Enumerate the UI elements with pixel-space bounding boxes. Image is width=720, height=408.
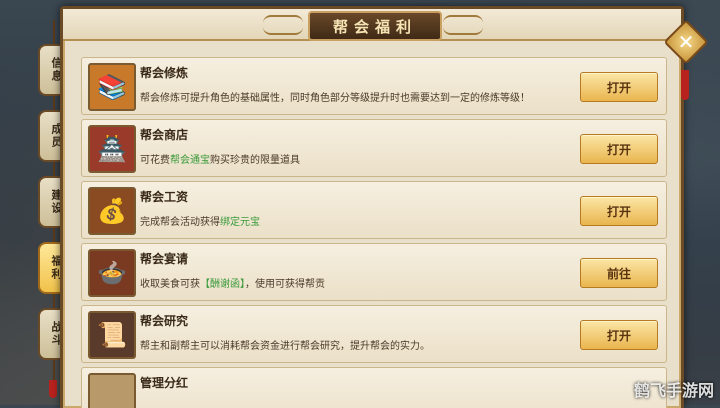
coin-pile-icon: 💰 (88, 187, 136, 235)
row-title: 帮会商店 (140, 128, 189, 142)
row-title: 帮会宴请 (140, 252, 189, 266)
page-title: 帮会福利 (308, 11, 442, 41)
title-ornament-right (443, 15, 483, 35)
row-desc: 完成帮会活动获得绑定元宝 (140, 217, 260, 228)
row-desc: 可花费帮会通宝购买珍贵的限量道具 (140, 155, 300, 166)
side-tab-bar: 信息 成员 建设 福利 战斗 (0, 0, 74, 405)
row-title: 管理分红 (140, 376, 189, 390)
list-item-salary: 💰 帮会工资 完成帮会活动获得绑定元宝 打开 (81, 181, 667, 239)
row-title: 帮会修炼 (140, 66, 189, 80)
open-cultivation-button[interactable]: 打开 (580, 72, 658, 102)
row-desc: 帮主和副帮主可以消耗帮会资金进行帮会研究，提升帮会的实力。 (140, 341, 430, 352)
list-item-shop: 🏯 帮会商店 可花费帮会通宝购买珍贵的限量道具 打开 (81, 119, 667, 177)
row-desc: 帮会修炼可提升角色的基础属性，同时角色部分等级提升时也需要达到一定的修炼等级！ (140, 93, 530, 104)
open-salary-button[interactable]: 打开 (580, 196, 658, 226)
list-item-feast: 🍲 帮会宴请 收取美食可获【酬谢函】，使用可获得帮贡 前往 (81, 243, 667, 301)
goto-feast-button[interactable]: 前往 (580, 258, 658, 288)
watermark: 鹤飞手游网 (633, 381, 714, 400)
welfare-panel: 帮会福利 📚 帮会修炼 帮会修炼可提升角色的基础属性，同时角色部分等级提升时也需… (60, 6, 684, 408)
welfare-list[interactable]: 📚 帮会修炼 帮会修炼可提升角色的基础属性，同时角色部分等级提升时也需要达到一定… (81, 49, 667, 408)
list-item-dividend: 管理分红 (81, 367, 667, 408)
list-item-research: 📜 帮会研究 帮主和副帮主可以消耗帮会资金进行帮会研究，提升帮会的实力。 打开 (81, 305, 667, 363)
row-desc: 收取美食可获【酬谢函】，使用可获得帮贡 (140, 279, 325, 290)
shop-building-icon: 🏯 (88, 125, 136, 173)
feast-plate-icon: 🍲 (88, 249, 136, 297)
title-bar: 帮会福利 (63, 9, 681, 41)
close-tassel-ornament (681, 70, 689, 100)
dividend-icon (88, 373, 136, 408)
row-title: 帮会工资 (140, 190, 189, 204)
cultivation-book-icon: 📚 (88, 63, 136, 111)
research-table-icon: 📜 (88, 311, 136, 359)
tassel-ornament (49, 380, 57, 398)
open-shop-button[interactable]: 打开 (580, 134, 658, 164)
title-ornament-left (263, 15, 303, 35)
row-title: 帮会研究 (140, 314, 189, 328)
open-research-button[interactable]: 打开 (580, 320, 658, 350)
list-item-cultivation: 📚 帮会修炼 帮会修炼可提升角色的基础属性，同时角色部分等级提升时也需要达到一定… (81, 57, 667, 115)
close-x-icon[interactable]: ✕ (670, 26, 702, 58)
